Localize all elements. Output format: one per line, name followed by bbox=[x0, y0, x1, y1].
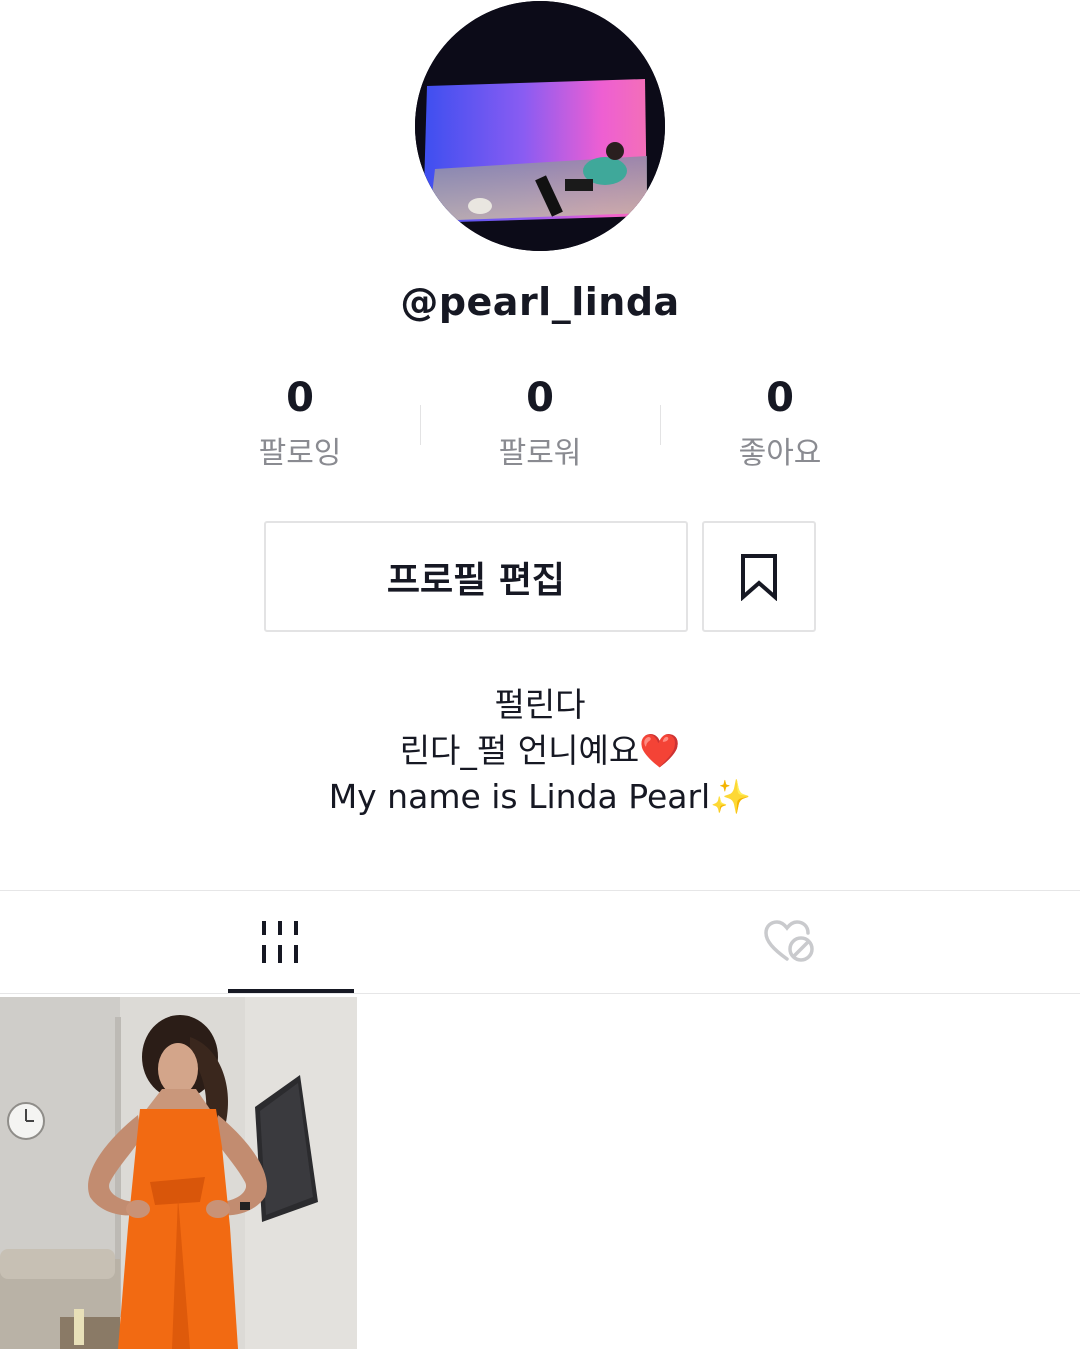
bio-line-intro: 린다_펄 언니예요❤️ bbox=[0, 728, 1080, 774]
stat-following[interactable]: 0 팔로잉 bbox=[180, 372, 420, 484]
bio-line-english: My name is Linda Pearl✨ bbox=[0, 774, 1080, 820]
avatar-image bbox=[415, 1, 665, 251]
bio-intro-text: 린다_펄 언니예요 bbox=[399, 731, 640, 770]
sparkle-emoji: ✨ bbox=[710, 777, 752, 816]
avatar[interactable] bbox=[415, 1, 665, 251]
followers-count: 0 bbox=[526, 375, 554, 421]
stat-followers[interactable]: 0 팔로워 bbox=[420, 372, 660, 484]
username: @pearl_linda bbox=[400, 280, 680, 324]
bookmark-icon bbox=[741, 553, 777, 601]
thumbnail-image bbox=[0, 997, 357, 1349]
favorites-button[interactable] bbox=[702, 521, 816, 632]
tabs-bottom-divider bbox=[0, 993, 1080, 994]
following-label: 팔로잉 bbox=[258, 436, 342, 471]
bio-line-name: 펄린다 bbox=[494, 685, 586, 724]
heart-emoji: ❤️ bbox=[639, 731, 681, 770]
likes-count: 0 bbox=[766, 375, 794, 421]
profile-page: @pearl_linda 0 팔로잉 0 팔로워 0 좋아요 프로필 편집 펄린… bbox=[0, 0, 1080, 1349]
likes-label: 좋아요 bbox=[738, 436, 822, 471]
bio: 펄린다 린다_펄 언니예요❤️ My name is Linda Pearl✨ bbox=[0, 682, 1080, 820]
video-thumbnail[interactable] bbox=[0, 997, 357, 1349]
tab-videos[interactable] bbox=[20, 891, 560, 993]
grid-bars-icon bbox=[262, 921, 298, 963]
tab-liked[interactable] bbox=[520, 891, 1060, 993]
following-count: 0 bbox=[286, 375, 314, 421]
liked-hidden-icon bbox=[764, 920, 814, 962]
edit-profile-button[interactable]: 프로필 편집 bbox=[264, 521, 688, 632]
bio-english-text: My name is Linda Pearl bbox=[328, 777, 711, 816]
followers-label: 팔로워 bbox=[498, 436, 582, 471]
stat-likes[interactable]: 0 좋아요 bbox=[660, 372, 900, 484]
